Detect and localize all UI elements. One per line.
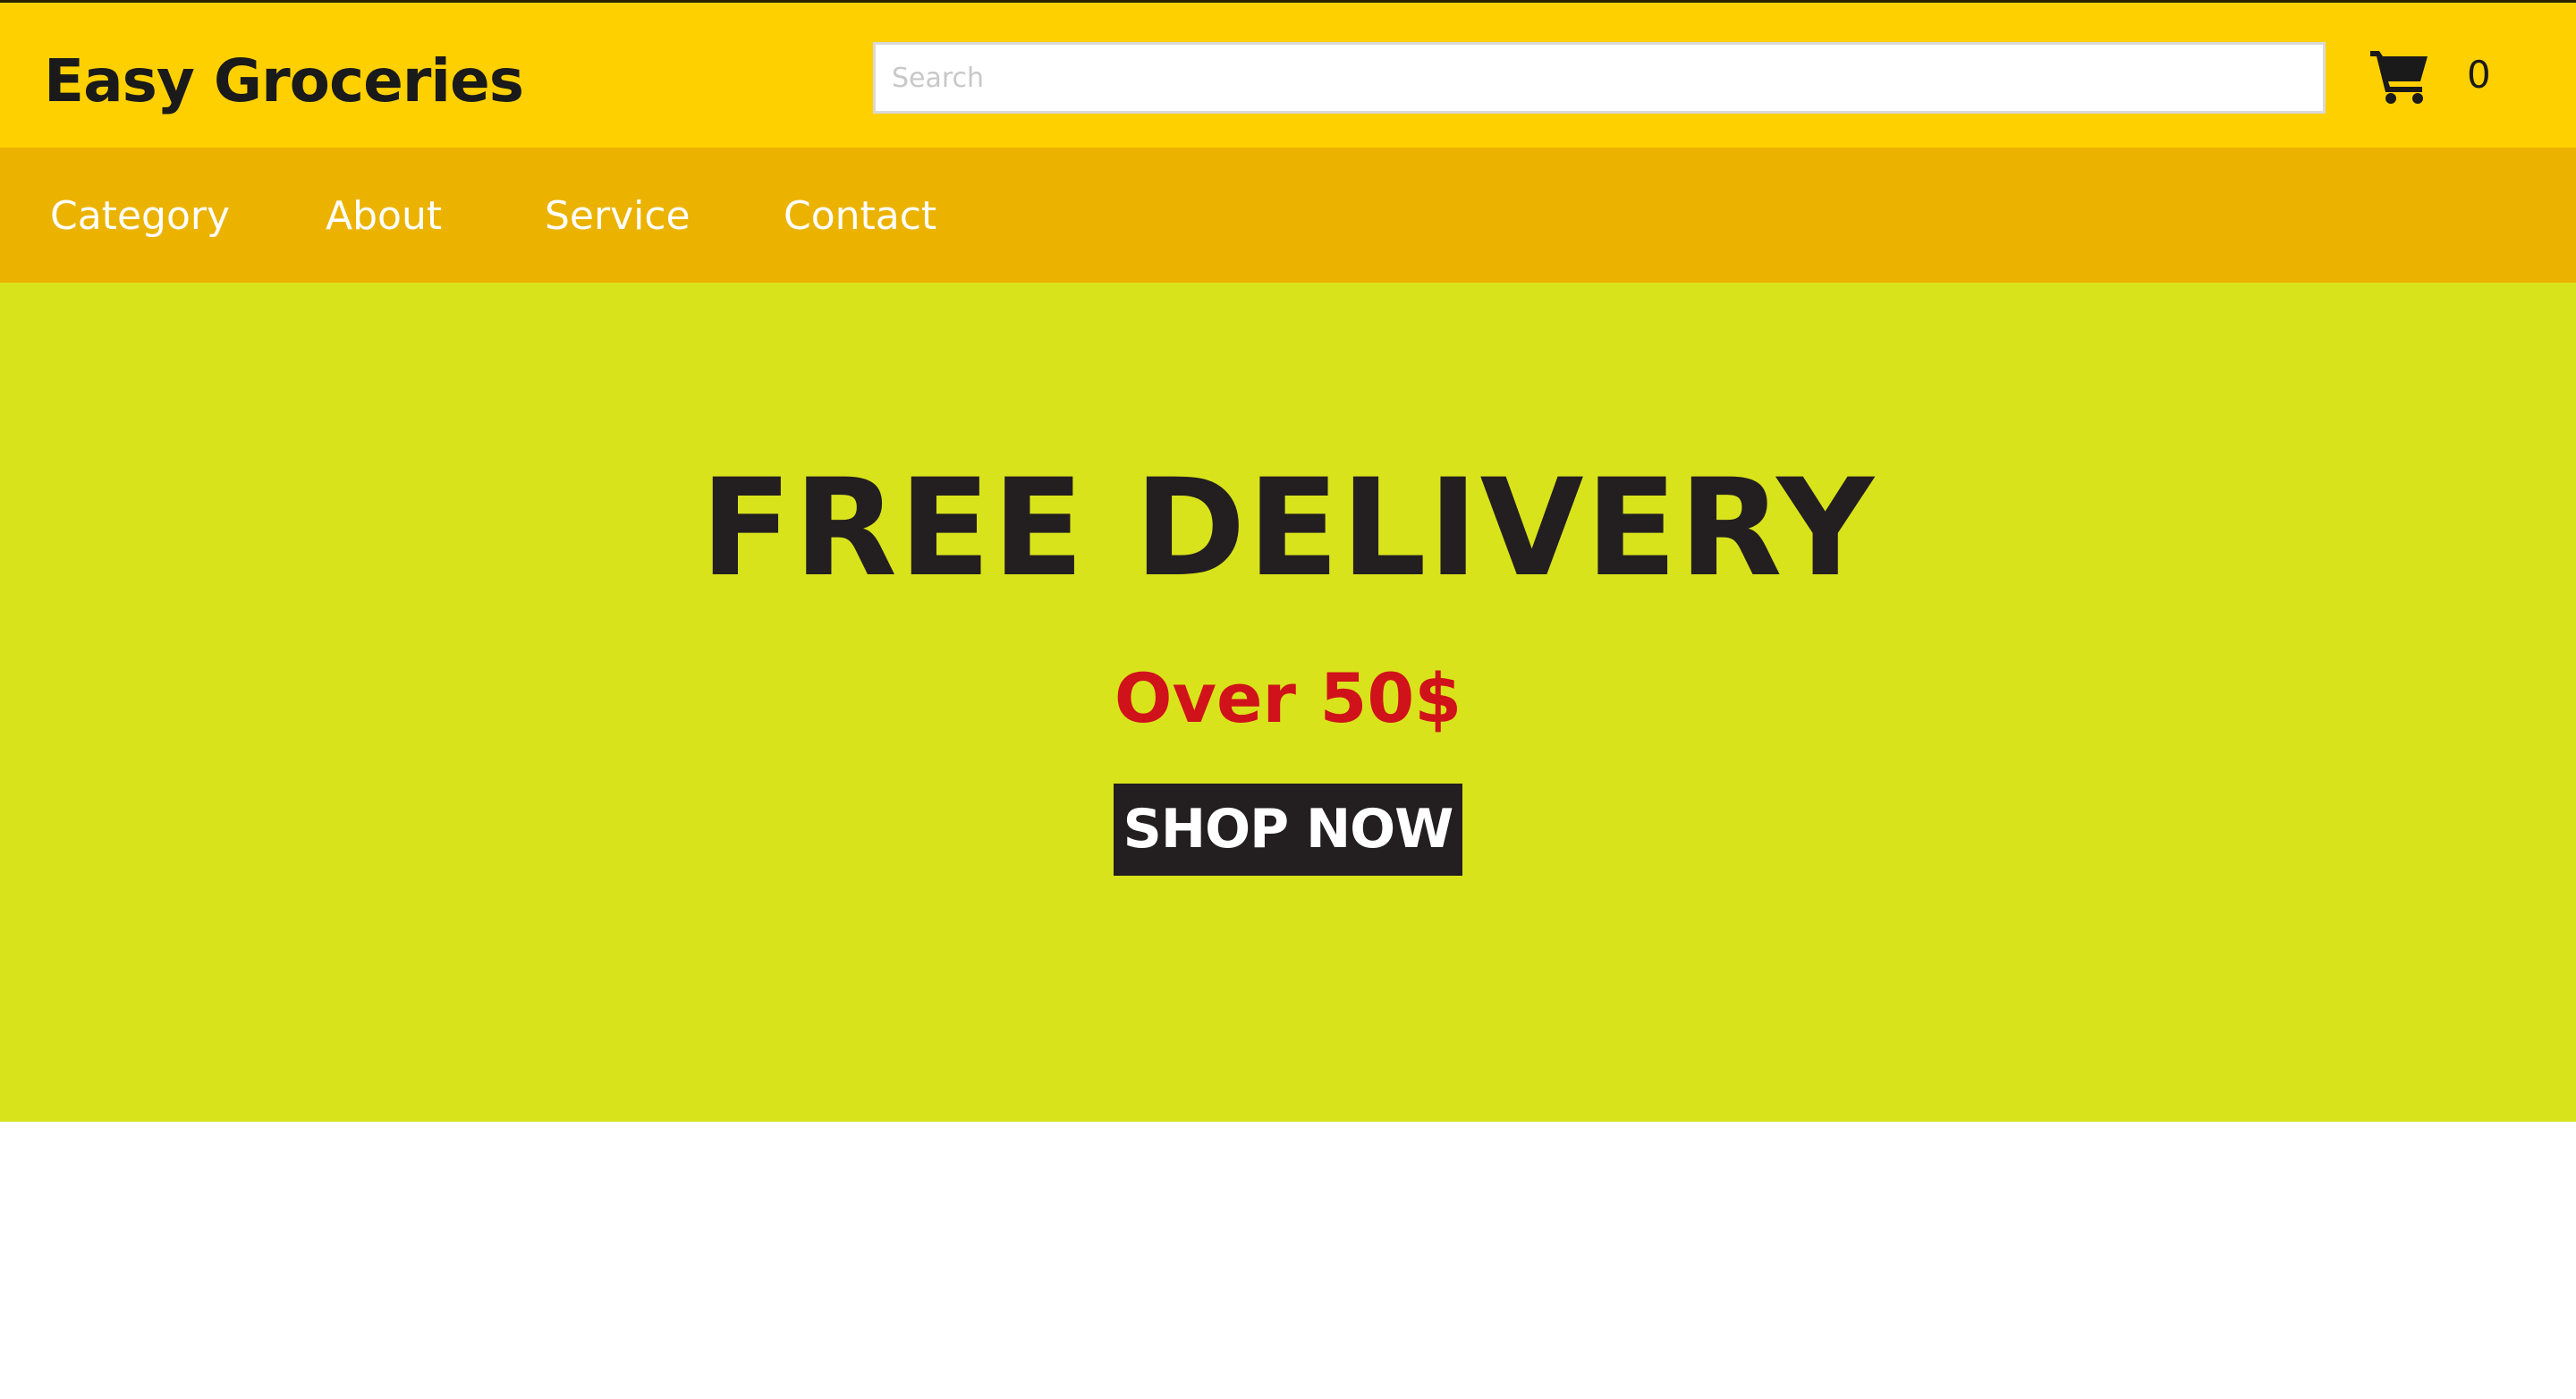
- search-input[interactable]: [873, 42, 2326, 114]
- shopping-cart-icon[interactable]: [2368, 47, 2431, 105]
- page: Easy Groceries 0 Category About Service …: [0, 0, 2576, 1399]
- nav-item-contact[interactable]: Contact: [784, 192, 936, 241]
- top-header: Easy Groceries 0: [0, 0, 2576, 148]
- hero-banner: FREE DELIVERY Over 50$ SHOP NOW: [0, 283, 2576, 1122]
- hero-subtitle: Over 50$: [1114, 658, 1462, 738]
- shop-now-button[interactable]: SHOP NOW: [1114, 784, 1462, 876]
- brand-logo[interactable]: Easy Groceries: [44, 46, 524, 117]
- nav-item-category[interactable]: Category: [50, 192, 230, 241]
- nav-item-service[interactable]: Service: [545, 192, 691, 241]
- main-nav: Category About Service Contact: [0, 148, 2576, 283]
- cart-count-badge: 0: [2467, 53, 2491, 97]
- hero-title: FREE DELIVERY: [700, 451, 1876, 606]
- nav-item-about[interactable]: About: [326, 192, 442, 241]
